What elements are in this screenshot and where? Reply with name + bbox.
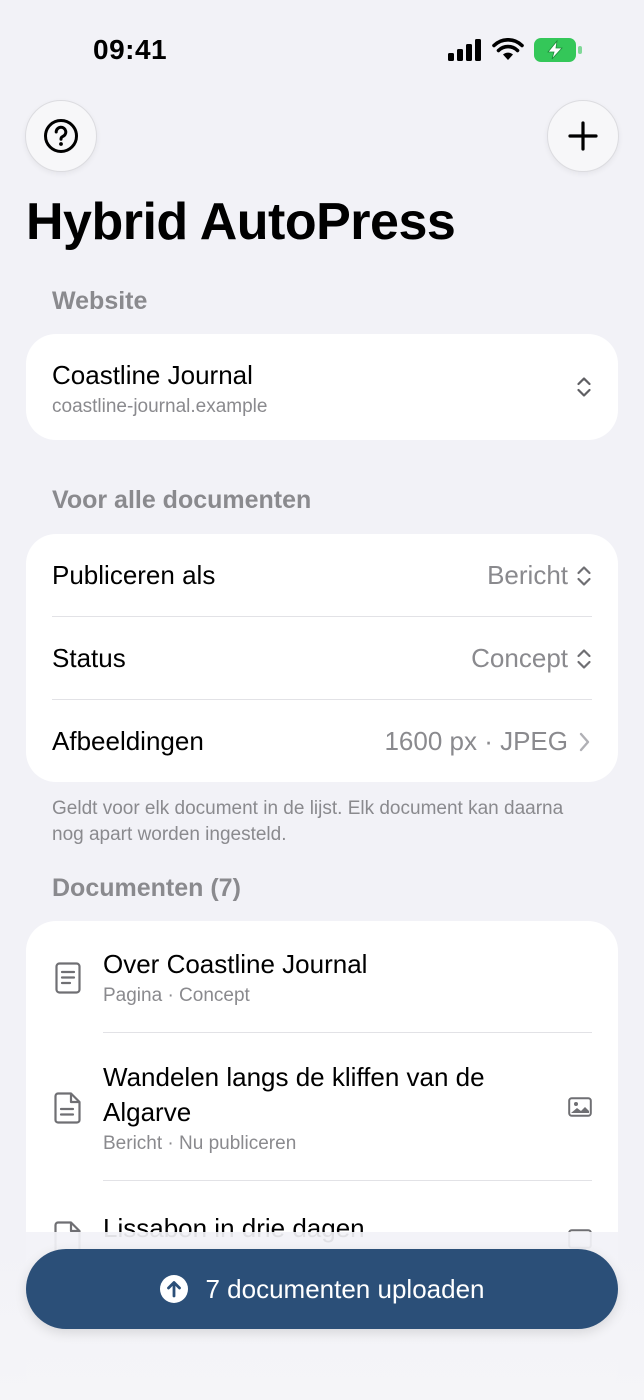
documents-section-header: Documenten (7)	[52, 874, 241, 902]
status-label: Status	[52, 643, 126, 673]
publish-as-label: Publiceren als	[52, 560, 216, 590]
plus-icon	[568, 121, 598, 151]
add-button[interactable]	[547, 100, 619, 172]
settings-footnote: Geldt voor elk document in de lijst. Elk…	[52, 798, 564, 845]
question-mark-circle-icon	[44, 119, 78, 153]
document-item[interactable]: Wandelen langs de kliffen van de Algarve…	[26, 1033, 618, 1181]
cellular-signal-icon	[448, 39, 481, 61]
page-icon	[55, 962, 81, 994]
website-section-header: Website	[52, 287, 148, 315]
chevron-up-down-icon	[577, 565, 591, 586]
images-value: 1600 px · JPEG	[384, 726, 568, 756]
publish-as-row[interactable]: Publiceren als Bericht	[52, 534, 592, 617]
upload-button-label: 7 documenten uploaden	[205, 1273, 485, 1304]
settings-card: Publiceren als Bericht Status Concept Af…	[26, 534, 618, 782]
status-bar: 09:41	[0, 0, 644, 100]
images-row[interactable]: Afbeeldingen 1600 px · JPEG	[52, 700, 592, 783]
status-time: 09:41	[93, 34, 168, 65]
chevron-up-down-icon	[577, 377, 591, 397]
status-value: Concept	[471, 643, 568, 673]
document-icon	[54, 1092, 81, 1124]
wifi-icon	[492, 38, 524, 60]
document-title: Wandelen langs de kliffen van de Algarve	[103, 1062, 485, 1127]
status-icons	[448, 38, 582, 62]
battery-charging-icon	[534, 38, 582, 62]
document-item[interactable]: Over Coastline Journal Pagina · Concept	[26, 921, 618, 1033]
publish-as-value: Bericht	[487, 560, 568, 590]
chevron-up-down-icon	[577, 648, 591, 669]
page-title: Hybrid AutoPress	[26, 193, 456, 251]
settings-section-header: Voor alle documenten	[52, 486, 312, 514]
site-url: coastline-journal.example	[52, 396, 268, 417]
website-picker[interactable]: Coastline Journal coastline-journal.exam…	[26, 334, 618, 440]
site-name: Coastline Journal	[52, 360, 253, 390]
chevron-right-icon	[579, 732, 590, 751]
document-title: Over Coastline Journal	[103, 949, 368, 979]
status-row[interactable]: Status Concept	[52, 617, 592, 700]
images-label: Afbeeldingen	[52, 726, 204, 756]
image-icon	[568, 1097, 592, 1117]
upload-button[interactable]: 7 documenten uploaden	[26, 1249, 618, 1329]
arrow-up-circle-icon	[160, 1275, 189, 1303]
document-meta: Bericht · Nu publiceren	[103, 1133, 297, 1154]
document-meta: Pagina · Concept	[103, 985, 250, 1006]
help-button[interactable]	[25, 100, 97, 172]
